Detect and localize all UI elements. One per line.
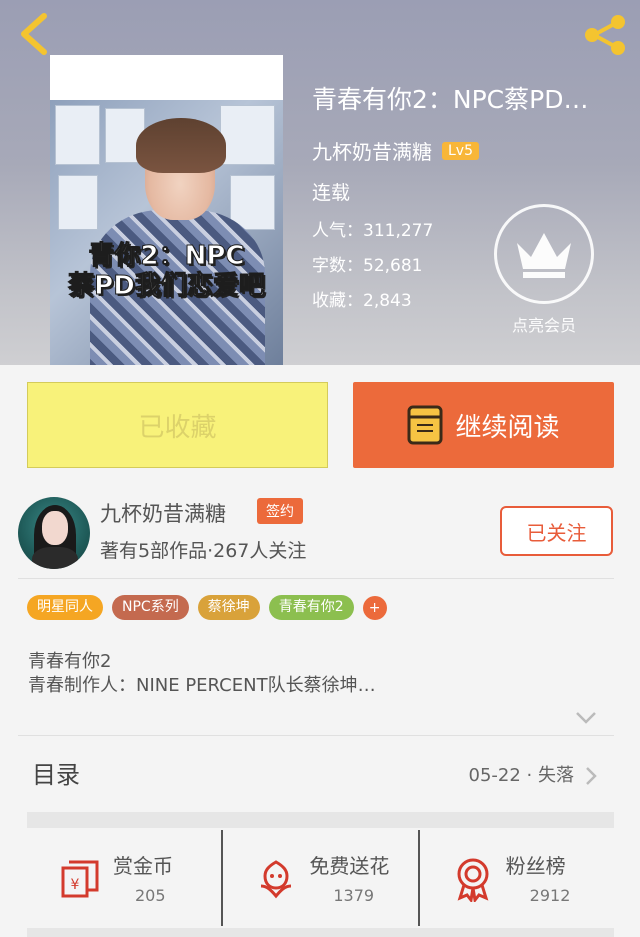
author-avatar[interactable]: [18, 497, 90, 569]
collected-button[interactable]: 已收藏: [27, 382, 328, 468]
continue-label: 继续阅读: [455, 412, 560, 443]
back-arrow-icon[interactable]: [14, 12, 54, 56]
divider: [18, 735, 614, 736]
crown-icon: [517, 233, 571, 278]
author-card-name[interactable]: 九杯奶昔满糖: [100, 498, 226, 528]
author-line: 九杯奶昔满糖 Lv5: [312, 136, 479, 165]
book-icon: [407, 405, 443, 445]
latest-chapter: 05-22 · 失落: [468, 765, 574, 786]
reward-coins-count: 205: [135, 886, 166, 905]
favorites-stat: 收藏：2,843: [312, 291, 412, 311]
continue-reading-button[interactable]: 继续阅读: [353, 382, 614, 468]
vip-circle: [494, 204, 594, 304]
reward-coins-item[interactable]: ¥ 赏金币 205: [27, 830, 221, 926]
free-flowers-label: 免费送花: [309, 854, 390, 878]
flower-icon: [261, 860, 292, 899]
free-flowers-count: 1379: [333, 886, 375, 905]
level-badge: Lv5: [442, 141, 479, 160]
free-flowers-item[interactable]: 免费送花 1379: [221, 830, 417, 926]
share-icon[interactable]: [582, 14, 628, 56]
popularity-stat: 人气：311,277: [312, 221, 434, 241]
chevron-right-icon: [586, 767, 597, 785]
coin-red-envelope-icon: ¥: [61, 860, 99, 898]
book-cover[interactable]: 青你2：NPC 蔡PD我们恋爱吧: [50, 55, 283, 365]
serial-status: 连载: [312, 182, 351, 204]
badge-ribbon-icon: [457, 858, 489, 902]
fan-ranking-count: 2912: [529, 886, 571, 905]
author-name[interactable]: 九杯奶昔满糖: [312, 136, 432, 165]
bottom-strip: [27, 928, 614, 937]
reward-coins-label: 赏金币: [113, 854, 173, 878]
tag-item[interactable]: NPC系列: [112, 595, 189, 620]
synopsis-line2: 青春制作人：NINE PERCENT队长蔡徐坤…: [28, 675, 376, 696]
stats-bar: ¥ 赏金币 205 免费送花 1379 粉丝榜 2912: [27, 830, 614, 926]
word-count-stat: 字数：52,681: [312, 256, 423, 276]
follow-label: 已关注: [526, 520, 587, 545]
book-header: 青你2：NPC 蔡PD我们恋爱吧 青春有你2：NPC蔡PD… 九杯奶昔满糖 Lv…: [0, 0, 640, 365]
catalog-title: 目录: [32, 761, 80, 789]
section-separator: [27, 812, 614, 828]
author-card: 九杯奶昔满糖 签约 著有5部作品·267人关注 已关注: [0, 488, 640, 578]
tag-item[interactable]: 青春有你2: [268, 595, 354, 620]
vip-label: 点亮会员: [511, 316, 576, 335]
tag-item[interactable]: 蔡徐坤: [197, 595, 260, 620]
fan-ranking-item[interactable]: 粉丝榜 2912: [417, 830, 614, 926]
collected-label: 已收藏: [138, 412, 217, 443]
svg-text:¥: ¥: [71, 877, 80, 893]
vip-button[interactable]: 点亮会员: [494, 204, 594, 336]
author-meta: 著有5部作品·267人关注: [100, 540, 307, 562]
synopsis: 青春有你2 青春制作人：NINE PERCENT队长蔡徐坤…: [28, 650, 608, 698]
cover-title-line2: 蔡PD我们恋爱吧: [68, 271, 266, 302]
chevron-down-icon[interactable]: [574, 710, 598, 726]
cover-image: 青你2：NPC 蔡PD我们恋爱吧: [50, 100, 283, 365]
follow-button[interactable]: 已关注: [500, 506, 613, 556]
tag-item[interactable]: 明星同人: [27, 595, 103, 620]
fan-ranking-label: 粉丝榜: [505, 854, 566, 878]
add-tag-button[interactable]: +: [362, 595, 387, 620]
catalog-row[interactable]: 目录 05-22 · 失落: [18, 737, 614, 809]
divider: [18, 578, 614, 579]
signed-badge: 签约: [257, 498, 303, 524]
synopsis-line1: 青春有你2: [28, 651, 112, 672]
book-title: 青春有你2：NPC蔡PD…: [312, 85, 589, 114]
tag-list: 明星同人 NPC系列 蔡徐坤 青春有你2 +: [27, 595, 387, 620]
